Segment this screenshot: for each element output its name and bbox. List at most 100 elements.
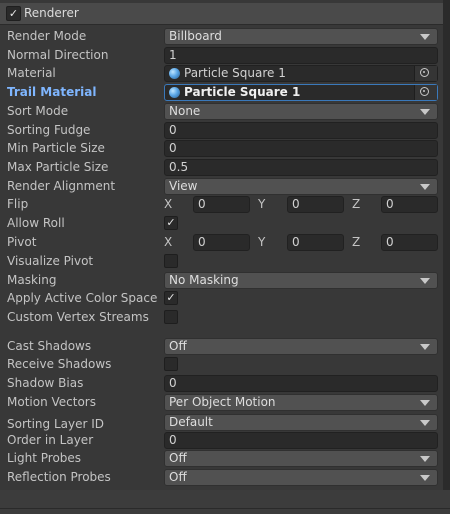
order-in-layer-input[interactable]: 0 bbox=[164, 432, 438, 449]
pivot-x-label: X bbox=[164, 235, 173, 249]
material-sphere-icon bbox=[169, 68, 180, 79]
row-visualize-pivot: Visualize Pivot bbox=[0, 252, 443, 271]
reflection-probes-dropdown[interactable]: Off bbox=[164, 469, 438, 486]
row-masking: Masking No Masking bbox=[0, 271, 443, 290]
masking-label: Masking bbox=[7, 273, 57, 287]
sorting-layer-id-dropdown[interactable]: Default bbox=[164, 414, 438, 431]
sorting-layer-id-value: Default bbox=[169, 415, 213, 429]
material-value: Particle Square 1 bbox=[184, 66, 286, 80]
light-probes-label: Light Probes bbox=[7, 451, 82, 465]
render-mode-label: Render Mode bbox=[7, 29, 87, 43]
row-allow-roll: Allow Roll ✓ bbox=[0, 214, 443, 233]
apply-active-color-space-label: Apply Active Color Space bbox=[7, 291, 158, 305]
row-sorting-fudge: Sorting Fudge 0 bbox=[0, 121, 443, 140]
flip-x-input[interactable]: 0 bbox=[193, 196, 250, 213]
renderer-enabled-checkbox[interactable]: ✓ bbox=[6, 6, 21, 21]
trail-material-object-field[interactable]: Particle Square 1 bbox=[164, 84, 438, 101]
min-particle-size-input[interactable]: 0 bbox=[164, 140, 438, 157]
render-alignment-label: Render Alignment bbox=[7, 179, 116, 193]
pivot-y-input[interactable]: 0 bbox=[287, 234, 344, 251]
chevron-down-icon bbox=[420, 475, 430, 481]
object-picker-icon bbox=[420, 87, 429, 96]
flip-z-input[interactable]: 0 bbox=[381, 196, 438, 213]
flip-label: Flip bbox=[7, 197, 29, 211]
reflection-probes-value: Off bbox=[169, 470, 187, 484]
pivot-z-label: Z bbox=[352, 235, 361, 249]
visualize-pivot-checkbox[interactable] bbox=[164, 254, 178, 268]
motion-vectors-dropdown[interactable]: Per Object Motion bbox=[164, 394, 438, 411]
row-sort-mode: Sort Mode None bbox=[0, 102, 443, 121]
row-render-alignment: Render Alignment View bbox=[0, 177, 443, 196]
cast-shadows-value: Off bbox=[169, 339, 187, 353]
flip-z-label: Z bbox=[352, 197, 361, 211]
row-max-particle-size: Max Particle Size 0.5 bbox=[0, 158, 443, 177]
render-mode-value: Billboard bbox=[169, 29, 222, 43]
receive-shadows-checkbox[interactable] bbox=[164, 357, 178, 371]
motion-vectors-value: Per Object Motion bbox=[169, 395, 276, 409]
material-picker-button[interactable] bbox=[414, 66, 437, 81]
light-probes-dropdown[interactable]: Off bbox=[164, 450, 438, 467]
render-mode-dropdown[interactable]: Billboard bbox=[164, 28, 438, 45]
flip-x-label: X bbox=[164, 197, 173, 211]
sorting-fudge-input[interactable]: 0 bbox=[164, 122, 438, 139]
pivot-x-input[interactable]: 0 bbox=[193, 234, 250, 251]
row-pivot: Pivot X 0 Y 0 Z 0 bbox=[0, 233, 443, 252]
row-reflection-probes: Reflection Probes Off bbox=[0, 468, 443, 487]
shadow-bias-label: Shadow Bias bbox=[7, 376, 84, 390]
render-alignment-dropdown[interactable]: View bbox=[164, 178, 438, 195]
row-light-probes: Light Probes Off bbox=[0, 449, 443, 468]
row-render-mode: Render Mode Billboard bbox=[0, 27, 443, 46]
sorting-layer-id-label: Sorting Layer ID bbox=[7, 417, 105, 431]
cast-shadows-label: Cast Shadows bbox=[7, 339, 92, 353]
row-sorting-layer-id: Sorting Layer ID Default bbox=[0, 413, 443, 432]
renderer-module-header[interactable]: ✓ Renderer bbox=[0, 3, 443, 25]
trail-material-value: Particle Square 1 bbox=[184, 85, 301, 99]
pivot-label: Pivot bbox=[7, 235, 37, 249]
row-order-in-layer: Order in Layer 0 bbox=[0, 431, 443, 450]
row-normal-direction: Normal Direction 1 bbox=[0, 46, 443, 65]
shadow-bias-input[interactable]: 0 bbox=[164, 375, 438, 392]
material-label: Material bbox=[7, 66, 56, 80]
max-particle-size-label: Max Particle Size bbox=[7, 160, 109, 174]
chevron-down-icon bbox=[420, 34, 430, 40]
chevron-down-icon bbox=[420, 400, 430, 406]
order-in-layer-label: Order in Layer bbox=[7, 433, 94, 447]
material-object-field[interactable]: Particle Square 1 bbox=[164, 65, 438, 82]
object-picker-icon bbox=[420, 68, 429, 77]
row-motion-vectors: Motion Vectors Per Object Motion bbox=[0, 393, 443, 412]
normal-direction-label: Normal Direction bbox=[7, 48, 109, 62]
material-sphere-icon bbox=[169, 87, 180, 98]
min-particle-size-label: Min Particle Size bbox=[7, 141, 105, 155]
max-particle-size-input[interactable]: 0.5 bbox=[164, 159, 438, 176]
flip-y-input[interactable]: 0 bbox=[287, 196, 344, 213]
sort-mode-label: Sort Mode bbox=[7, 104, 69, 118]
motion-vectors-label: Motion Vectors bbox=[7, 395, 96, 409]
row-min-particle-size: Min Particle Size 0 bbox=[0, 139, 443, 158]
cast-shadows-dropdown[interactable]: Off bbox=[164, 338, 438, 355]
light-probes-value: Off bbox=[169, 451, 187, 465]
row-custom-vertex-streams: Custom Vertex Streams bbox=[0, 308, 443, 327]
allow-roll-label: Allow Roll bbox=[7, 216, 65, 230]
allow-roll-checkbox[interactable]: ✓ bbox=[164, 216, 178, 230]
chevron-down-icon bbox=[420, 344, 430, 350]
visualize-pivot-label: Visualize Pivot bbox=[7, 254, 94, 268]
masking-dropdown[interactable]: No Masking bbox=[164, 272, 438, 289]
apply-active-color-space-checkbox[interactable]: ✓ bbox=[164, 291, 178, 305]
trail-material-label: Trail Material bbox=[7, 85, 97, 99]
flip-y-label: Y bbox=[258, 197, 266, 211]
renderer-module-title: Renderer bbox=[24, 6, 79, 20]
inspector-scrollbar-track[interactable] bbox=[443, 0, 450, 514]
pivot-z-input[interactable]: 0 bbox=[381, 234, 438, 251]
custom-vertex-streams-label: Custom Vertex Streams bbox=[7, 310, 149, 324]
row-receive-shadows: Receive Shadows bbox=[0, 355, 443, 374]
custom-vertex-streams-checkbox[interactable] bbox=[164, 310, 178, 324]
row-material: Material Particle Square 1 bbox=[0, 64, 443, 83]
render-alignment-value: View bbox=[169, 179, 198, 193]
chevron-down-icon bbox=[420, 278, 430, 284]
normal-direction-input[interactable]: 1 bbox=[164, 47, 438, 64]
inspector-footer bbox=[0, 490, 450, 514]
sorting-fudge-label: Sorting Fudge bbox=[7, 123, 91, 137]
sort-mode-dropdown[interactable]: None bbox=[164, 103, 438, 120]
trail-material-picker-button[interactable] bbox=[414, 85, 437, 100]
chevron-down-icon bbox=[420, 456, 430, 462]
